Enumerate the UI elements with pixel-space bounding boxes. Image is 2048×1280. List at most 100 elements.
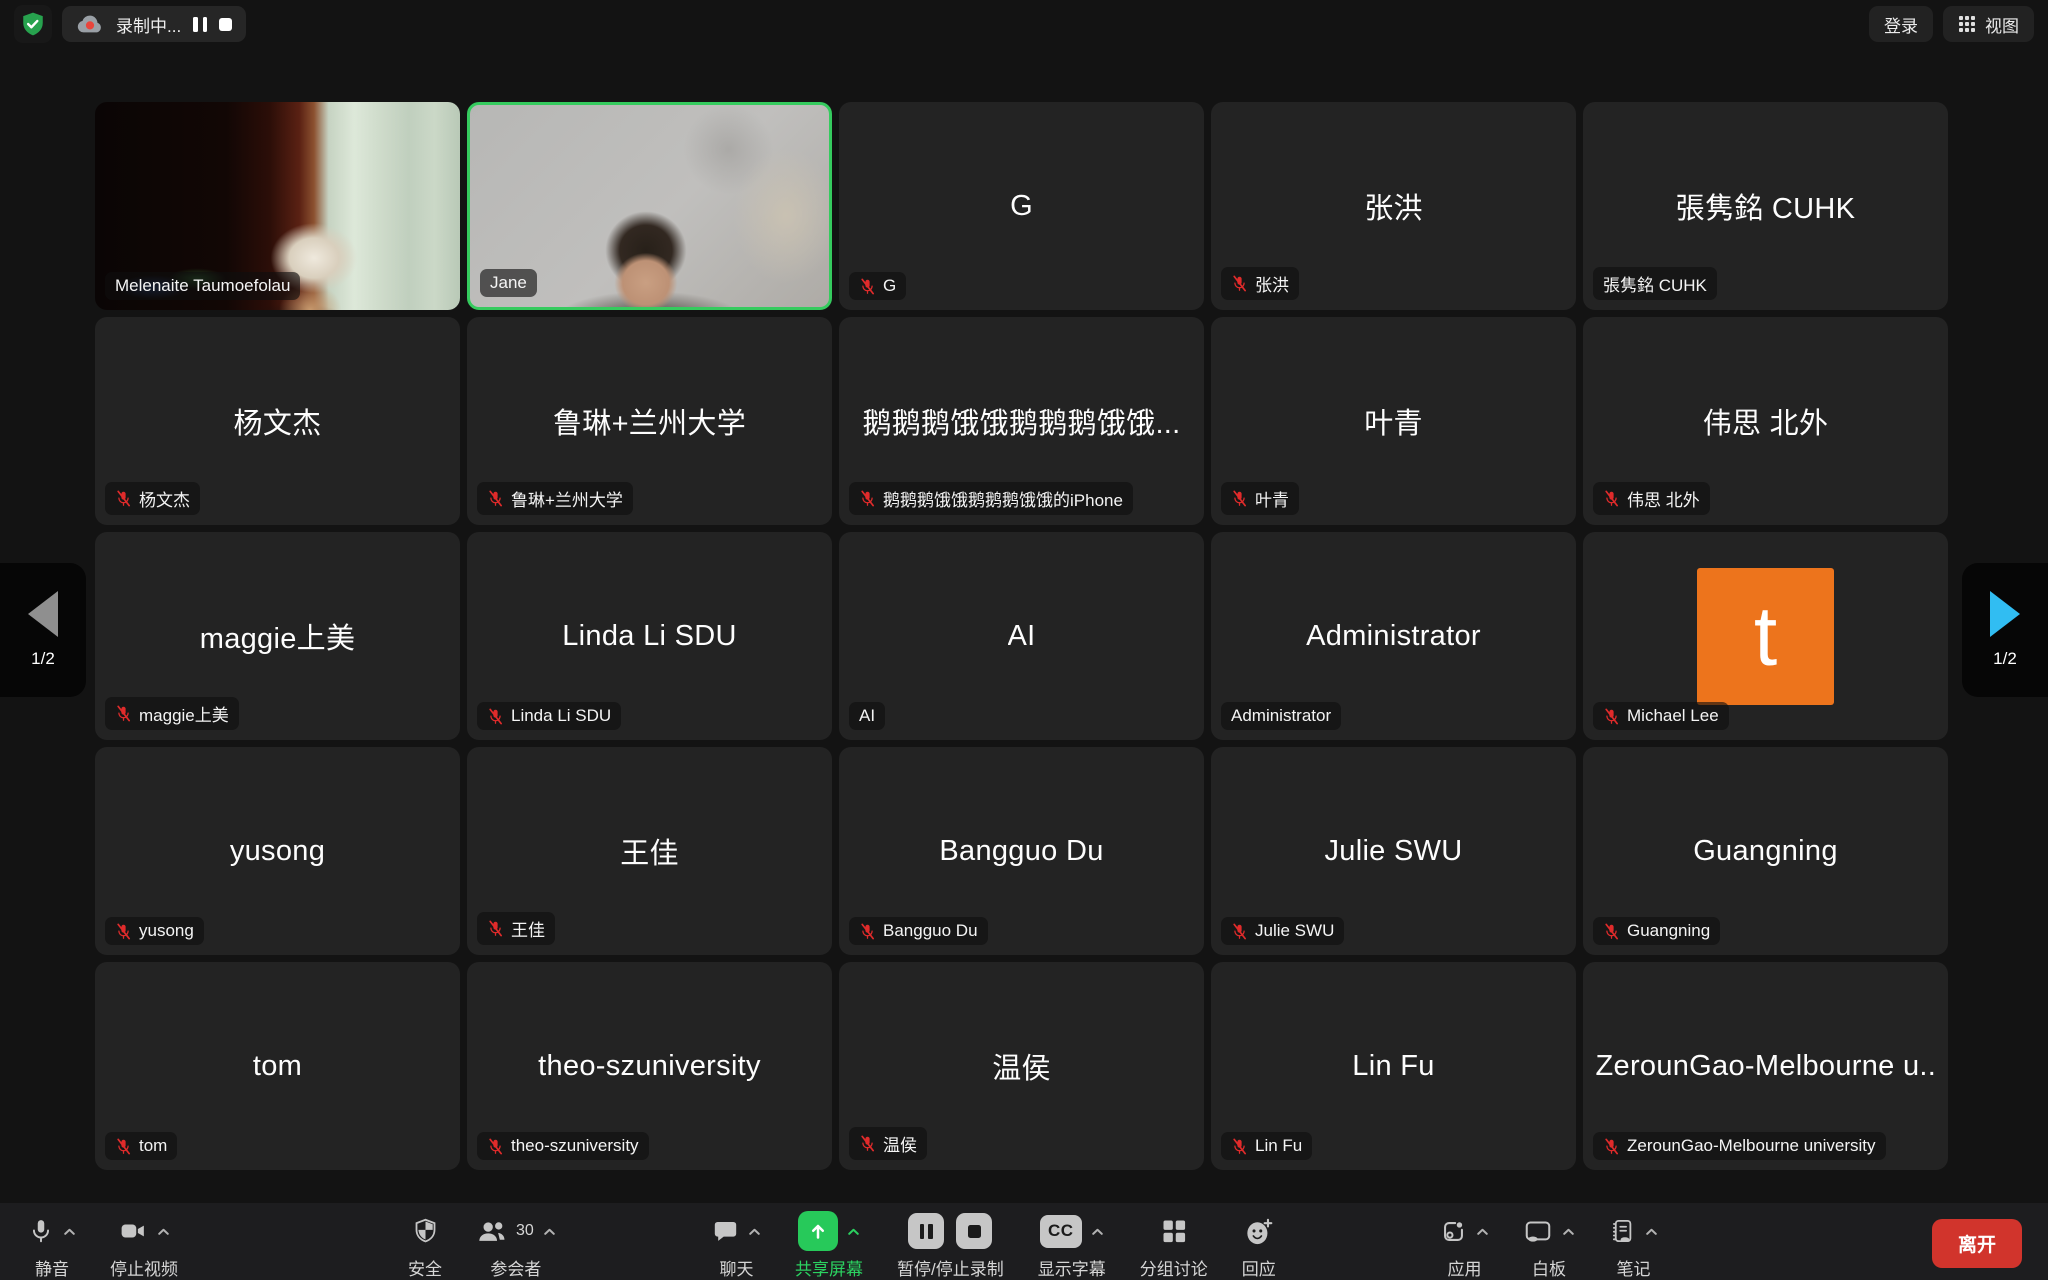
- participant-tile[interactable]: tom tom: [95, 962, 460, 1170]
- view-button[interactable]: 视图: [1943, 6, 2034, 42]
- participant-label: 温侯: [849, 1127, 927, 1160]
- participant-tile[interactable]: yusong yusong: [95, 747, 460, 955]
- participant-tile[interactable]: 温侯 温侯: [839, 962, 1204, 1170]
- participant-label: maggie上美: [105, 697, 239, 730]
- participant-label-text: Jane: [490, 273, 527, 293]
- toolbar-button-participants[interactable]: 30参会者: [476, 1210, 556, 1280]
- participant-label-text: AI: [859, 706, 875, 726]
- toolbar-button-label: 静音: [35, 1255, 69, 1280]
- participant-name: Guangning: [1693, 835, 1838, 868]
- participant-name: Lin Fu: [1352, 1050, 1434, 1083]
- chevron-up-icon[interactable]: [748, 1227, 761, 1236]
- participant-label-text: Bangguo Du: [883, 921, 978, 941]
- toolbar-button-mute[interactable]: 静音: [28, 1210, 76, 1280]
- participant-tile[interactable]: 鹅鹅鹅饿饿鹅鹅鹅饿饿... 鹅鹅鹅饿饿鹅鹅鹅饿饿的iPhone: [839, 317, 1204, 525]
- participant-label-text: 温侯: [883, 1131, 917, 1156]
- toolbar-button-chat[interactable]: 聊天: [712, 1210, 761, 1280]
- toolbar-icon-row: 30: [476, 1210, 556, 1252]
- grid-view-icon: [1958, 15, 1976, 33]
- toolbar-button-share-screen[interactable]: 共享屏幕: [795, 1210, 863, 1280]
- participant-label: 鹅鹅鹅饿饿鹅鹅鹅饿饿的iPhone: [849, 482, 1133, 515]
- participant-tile[interactable]: G G: [839, 102, 1204, 310]
- participant-tile[interactable]: maggie上美 maggie上美: [95, 532, 460, 740]
- toolbar-button-stop-video[interactable]: 停止视频: [110, 1210, 178, 1280]
- participant-tile[interactable]: 张洪 张洪: [1211, 102, 1576, 310]
- toolbar-icon-row: [1440, 1210, 1489, 1252]
- toolbar-button-apps[interactable]: 应用: [1440, 1210, 1489, 1280]
- participants-count: 30: [516, 1222, 534, 1240]
- participant-tile[interactable]: AI AI: [839, 532, 1204, 740]
- participant-label: AI: [849, 702, 885, 730]
- participant-tile[interactable]: Administrator Administrator: [1211, 532, 1576, 740]
- security-verified-badge[interactable]: [14, 5, 52, 43]
- meeting-top-bar: 录制中... 登录 视图: [0, 0, 2048, 48]
- participant-label-text: G: [883, 276, 896, 296]
- participant-name: 鲁琳+兰州大学: [553, 400, 746, 442]
- participant-name: 王佳: [620, 830, 679, 872]
- participant-tile[interactable]: Melenaite Taumoefolau: [95, 102, 460, 310]
- participant-tile[interactable]: ZerounGao-Melbourne u... ZerounGao-Melbo…: [1583, 962, 1948, 1170]
- share-screen-icon: [798, 1211, 838, 1251]
- participant-tile[interactable]: 鲁琳+兰州大学 鲁琳+兰州大学: [467, 317, 832, 525]
- participant-name: 叶青: [1364, 400, 1423, 442]
- participant-tile[interactable]: Linda Li SDU Linda Li SDU: [467, 532, 832, 740]
- participant-tile[interactable]: Guangning Guangning: [1583, 747, 1948, 955]
- toolbar-button-security[interactable]: 安全: [408, 1210, 442, 1280]
- participant-tile[interactable]: 杨文杰 杨文杰: [95, 317, 460, 525]
- participant-name: Linda Li SDU: [562, 620, 736, 653]
- participant-tile[interactable]: 伟思 北外 伟思 北外: [1583, 317, 1948, 525]
- chevron-up-icon[interactable]: [1645, 1227, 1658, 1236]
- next-page-button[interactable]: 1/2: [1962, 563, 2048, 697]
- participant-tile[interactable]: theo-szuniversity theo-szuniversity: [467, 962, 832, 1170]
- login-button[interactable]: 登录: [1869, 6, 1933, 42]
- chevron-up-icon[interactable]: [1476, 1227, 1489, 1236]
- participant-label-text: theo-szuniversity: [511, 1136, 639, 1156]
- leave-button[interactable]: 离开: [1932, 1219, 2022, 1268]
- chevron-up-icon[interactable]: [1562, 1227, 1575, 1236]
- toolbar-icon-row: [1609, 1210, 1658, 1252]
- participant-tile[interactable]: Julie SWU Julie SWU: [1211, 747, 1576, 955]
- chevron-up-icon[interactable]: [1091, 1227, 1104, 1236]
- stop-record-button[interactable]: [956, 1213, 992, 1249]
- participant-label: Lin Fu: [1221, 1132, 1312, 1160]
- participant-tile[interactable]: Bangguo Du Bangguo Du: [839, 747, 1204, 955]
- participant-label-text: tom: [139, 1136, 167, 1156]
- chevron-up-icon[interactable]: [63, 1227, 76, 1236]
- chevron-up-icon[interactable]: [157, 1227, 170, 1236]
- participant-name: ZerounGao-Melbourne u...: [1596, 1050, 1936, 1083]
- participant-grid: Melenaite Taumoefolau Jane G G 张洪: [95, 102, 1948, 1170]
- toolbar-button-breakout-rooms[interactable]: 分组讨论: [1140, 1210, 1208, 1280]
- chevron-up-icon[interactable]: [847, 1227, 860, 1236]
- toolbar-group-audio-video: 静音 停止视频: [28, 1210, 178, 1280]
- participant-label: Administrator: [1221, 702, 1341, 730]
- toolbar-button-whiteboard[interactable]: 白板: [1523, 1210, 1575, 1280]
- toolbar-button-show-captions[interactable]: CC显示字幕: [1038, 1210, 1106, 1280]
- toolbar-button-reactions[interactable]: 回应: [1242, 1210, 1276, 1280]
- toolbar-icon-row: [1244, 1210, 1273, 1252]
- pause-stop-record-icons: [908, 1213, 992, 1249]
- recording-status-label: 录制中...: [116, 12, 181, 37]
- toolbar-button-pause-stop-recording[interactable]: 暂停/停止录制: [897, 1210, 1004, 1280]
- muted-mic-icon: [1231, 490, 1248, 507]
- participant-tile[interactable]: t Michael Lee: [1583, 532, 1948, 740]
- pause-record-button[interactable]: [908, 1213, 944, 1249]
- participant-tile[interactable]: Lin Fu Lin Fu: [1211, 962, 1576, 1170]
- chevron-up-icon[interactable]: [543, 1227, 556, 1236]
- participant-tile[interactable]: 張隽銘 CUHK 張隽銘 CUHK: [1583, 102, 1948, 310]
- stop-recording-button[interactable]: [219, 12, 232, 36]
- toolbar-button-label: 停止视频: [110, 1255, 178, 1280]
- participant-tile[interactable]: 王佳 王佳: [467, 747, 832, 955]
- participant-label-text: Guangning: [1627, 921, 1710, 941]
- participant-label-text: maggie上美: [139, 701, 229, 726]
- participant-label: 鲁琳+兰州大学: [477, 482, 633, 515]
- toolbar-button-notes[interactable]: 笔记: [1609, 1210, 1658, 1280]
- participant-tile[interactable]: 叶青 叶青: [1211, 317, 1576, 525]
- toolbar-button-label: 白板: [1532, 1255, 1566, 1280]
- participant-tile[interactable]: Jane: [467, 102, 832, 310]
- participant-label: G: [849, 272, 906, 300]
- pause-recording-button[interactable]: [193, 12, 207, 36]
- previous-page-button[interactable]: 1/2: [0, 563, 86, 697]
- muted-mic-icon: [487, 920, 504, 937]
- muted-mic-icon: [487, 1138, 504, 1155]
- participant-label-text: 鲁琳+兰州大学: [511, 486, 623, 511]
